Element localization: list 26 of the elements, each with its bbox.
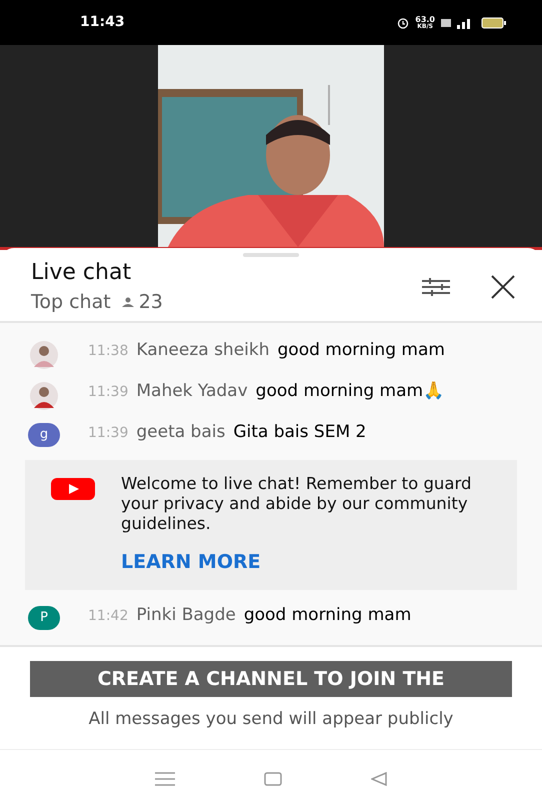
create-channel-button[interactable]: CREATE A CHANNEL TO JOIN THE	[30, 661, 512, 697]
alarm-icon	[397, 16, 410, 28]
avatar-icon	[28, 340, 60, 368]
viewer-count: 23	[138, 290, 163, 315]
battery-icon	[481, 16, 507, 28]
play-logo-icon	[51, 478, 95, 500]
chat-mode-dropdown[interactable]: Top chat	[31, 288, 111, 316]
notice-text: Welcome to live chat! Remember to guard your privacy and abide by our community guidelines.	[121, 474, 472, 534]
footer-note: All messages you send will appear publicly	[0, 697, 542, 750]
chat-message: 11:39 geeta bais Gita bais SEM 2	[88, 420, 366, 444]
network-speed: 63.0	[415, 16, 435, 22]
chat-message: 11:42 Pinki Bagde good morning mam	[88, 604, 412, 627]
chat-message: 11:38 Kaneeza sheikh good morning mam	[88, 338, 445, 362]
person-icon	[120, 296, 135, 308]
chat-message: 11:39 Mahek Yadav good morning mam🙏	[88, 380, 444, 402]
avatar-letter: P	[40, 609, 48, 628]
sliders-icon	[422, 277, 450, 298]
close-icon	[490, 274, 516, 300]
avatar-icon	[28, 382, 60, 410]
home-icon[interactable]	[264, 772, 282, 786]
menu-icon[interactable]	[154, 772, 175, 786]
chat-title: Live chat	[31, 259, 132, 287]
avatar-letter: g	[40, 426, 48, 444]
clock: 11:43	[80, 13, 125, 32]
learn-more-link[interactable]: LEARN MORE	[121, 548, 261, 576]
back-icon[interactable]	[371, 772, 388, 786]
